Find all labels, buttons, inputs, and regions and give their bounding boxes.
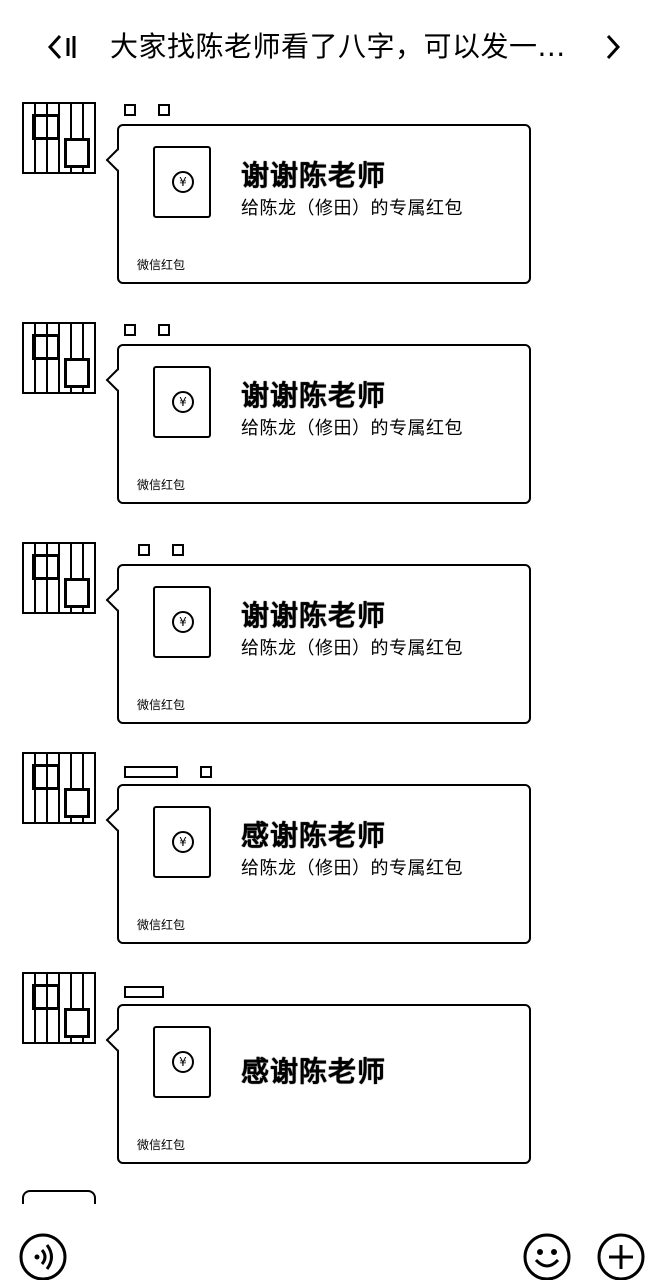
chat-message: ¥ 感谢陈老师 给陈龙（修田）的专属红包 微信红包 xyxy=(0,752,665,960)
red-packet-icon: ¥ xyxy=(153,366,211,438)
red-packet-title: 谢谢陈老师 xyxy=(241,599,387,632)
sender-name xyxy=(124,104,192,120)
red-packet-icon: ¥ xyxy=(153,586,211,658)
red-packet-title: 感谢陈老师 xyxy=(241,1055,387,1088)
avatar[interactable] xyxy=(22,102,96,174)
chat-message: ¥ 谢谢陈老师 给陈龙（修田）的专属红包 微信红包 xyxy=(0,540,665,740)
red-packet-subtitle: 给陈龙（修田）的专属红包 xyxy=(241,198,463,219)
red-packet-icon: ¥ xyxy=(153,146,211,218)
input-toolbar xyxy=(0,1220,665,1280)
back-icon[interactable] xyxy=(44,30,88,64)
avatar[interactable] xyxy=(22,752,96,824)
chat-title: 大家找陈老师看了八字，可以发一... xyxy=(110,30,566,63)
red-packet-card[interactable]: ¥ 感谢陈老师 给陈龙（修田）的专属红包 微信红包 xyxy=(117,784,531,944)
avatar[interactable] xyxy=(22,322,96,394)
voice-icon[interactable] xyxy=(18,1232,68,1280)
emoji-icon[interactable] xyxy=(522,1232,572,1280)
add-icon[interactable] xyxy=(596,1232,646,1280)
red-packet-brand: 微信红包 xyxy=(137,698,186,712)
red-packet-brand: 微信红包 xyxy=(137,478,186,492)
red-packet-icon: ¥ xyxy=(153,806,211,878)
red-packet-title: 谢谢陈老师 xyxy=(241,379,387,412)
red-packet-card[interactable]: ¥ 谢谢陈老师 给陈龙（修田）的专属红包 微信红包 xyxy=(117,124,531,284)
chat-message: ¥ 感谢陈老师 微信红包 xyxy=(0,972,665,1180)
red-packet-subtitle: 给陈龙（修田）的专属红包 xyxy=(241,858,463,879)
red-packet-brand: 微信红包 xyxy=(137,258,186,272)
sender-name xyxy=(124,766,234,782)
chat-message: ¥ 谢谢陈老师 给陈龙（修田）的专属红包 微信红包 xyxy=(0,100,665,300)
red-packet-title: 感谢陈老师 xyxy=(241,819,387,852)
avatar[interactable] xyxy=(22,972,96,1044)
red-packet-card[interactable]: ¥ 谢谢陈老师 给陈龙（修田）的专属红包 微信红包 xyxy=(117,564,531,724)
chevron-right-icon[interactable] xyxy=(598,30,628,64)
red-packet-icon: ¥ xyxy=(153,1026,211,1098)
red-packet-card[interactable]: ¥ 谢谢陈老师 给陈龙（修田）的专属红包 微信红包 xyxy=(117,344,531,504)
red-packet-title: 谢谢陈老师 xyxy=(241,159,387,192)
avatar[interactable] xyxy=(22,1190,96,1204)
red-packet-brand: 微信红包 xyxy=(137,918,186,932)
red-packet-brand: 微信红包 xyxy=(137,1138,186,1152)
avatar[interactable] xyxy=(22,542,96,614)
sender-name xyxy=(124,986,186,1002)
sender-name xyxy=(138,544,206,560)
red-packet-subtitle: 给陈龙（修田）的专属红包 xyxy=(241,418,463,439)
chat-header: 大家找陈老师看了八字，可以发一... xyxy=(0,0,665,92)
red-packet-subtitle: 给陈龙（修田）的专属红包 xyxy=(241,638,463,659)
sender-name xyxy=(124,324,192,340)
chat-message: ¥ 谢谢陈老师 给陈龙（修田）的专属红包 微信红包 xyxy=(0,320,665,520)
red-packet-card[interactable]: ¥ 感谢陈老师 微信红包 xyxy=(117,1004,531,1164)
